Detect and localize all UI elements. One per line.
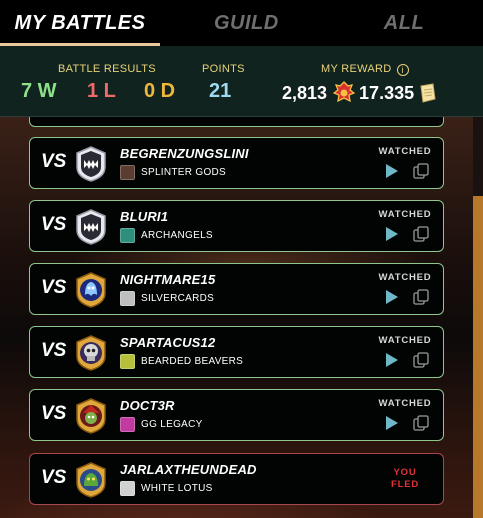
play-icon[interactable] bbox=[385, 352, 399, 368]
my-reward-text: MY REWARD bbox=[321, 63, 392, 75]
my-reward-label: MY REWARD i bbox=[321, 63, 409, 76]
battle-status: WATCHED bbox=[378, 335, 432, 346]
battle-status: WATCHED bbox=[378, 146, 432, 157]
copy-icon[interactable] bbox=[413, 289, 429, 305]
reward-sps-value: 2,813 bbox=[282, 82, 328, 103]
draws-count: 0 D bbox=[144, 80, 176, 102]
points-label: POINTS bbox=[202, 63, 245, 75]
wins-count: 7 W bbox=[21, 80, 57, 102]
losses-count: 1 L bbox=[87, 80, 116, 102]
guild-crest-icon bbox=[120, 354, 135, 369]
red-hat-goblin-icon bbox=[76, 398, 106, 434]
opponent-guild: SILVERCARDS bbox=[120, 291, 214, 306]
fled-status-line2: FLED bbox=[390, 479, 419, 490]
scrollbar-track[interactable] bbox=[473, 117, 483, 518]
points-value: 21 bbox=[209, 80, 232, 102]
red-sps-token-icon bbox=[333, 81, 356, 103]
vs-label: VS bbox=[41, 340, 67, 361]
monster-mouth-icon bbox=[76, 209, 106, 245]
tab-all[interactable]: ALL bbox=[325, 0, 483, 46]
opponent-name[interactable]: JARLAXTHEUNDEAD bbox=[120, 462, 257, 477]
battle-results-label: BATTLE RESULTS bbox=[58, 63, 156, 75]
info-icon[interactable]: i bbox=[396, 64, 409, 76]
vs-label: VS bbox=[41, 214, 67, 235]
copy-icon[interactable] bbox=[413, 226, 429, 242]
opponent-name[interactable]: BEGRENZUNGSLINI bbox=[120, 146, 249, 161]
opponent-guild: BEARDED BEAVERS bbox=[120, 354, 243, 369]
battle-card[interactable]: VS BEGRENZUNGSLINI SPLINTER GODS WATCHED bbox=[29, 137, 444, 189]
opponent-guild: WHITE LOTUS bbox=[120, 481, 213, 496]
scrollbar-thumb[interactable] bbox=[473, 196, 483, 518]
guild-crest-icon bbox=[120, 481, 135, 496]
opponent-name[interactable]: DOCT3R bbox=[120, 398, 175, 413]
battle-card-fled[interactable]: VS JARLAXTHEUNDEAD WHITE LOTUS YOU FLED bbox=[29, 453, 444, 505]
battle-card[interactable]: VS BLURI1 ARCHANGELS WATCHED bbox=[29, 200, 444, 252]
tab-my-battles[interactable]: MY BATTLES bbox=[0, 0, 160, 46]
play-icon[interactable] bbox=[385, 226, 399, 242]
copy-icon[interactable] bbox=[413, 163, 429, 179]
monster-mouth-icon bbox=[76, 146, 106, 182]
play-icon[interactable] bbox=[385, 163, 399, 179]
vs-label: VS bbox=[41, 277, 67, 298]
skull-warrior-icon bbox=[76, 335, 106, 371]
opponent-name[interactable]: NIGHTMARE15 bbox=[120, 272, 215, 287]
battle-status: WATCHED bbox=[378, 209, 432, 220]
guild-name: BEARDED BEAVERS bbox=[141, 356, 244, 367]
vs-label: VS bbox=[41, 403, 67, 424]
opponent-guild: ARCHANGELS bbox=[120, 228, 213, 243]
battle-status: WATCHED bbox=[378, 398, 432, 409]
battle-card[interactable]: VS NIGHTMARE15 SILVERCARDS WATCHED bbox=[29, 263, 444, 315]
copy-icon[interactable] bbox=[413, 352, 429, 368]
guild-crest-icon bbox=[120, 165, 135, 180]
reward-dec-value: 17.335 bbox=[359, 82, 415, 103]
guild-crest-icon bbox=[120, 228, 135, 243]
opponent-guild: GG LEGACY bbox=[120, 417, 203, 432]
play-icon[interactable] bbox=[385, 415, 399, 431]
reward-values: 2,813 17.335 bbox=[282, 81, 438, 105]
opponent-name[interactable]: BLURI1 bbox=[120, 209, 168, 224]
dec-scroll-icon bbox=[420, 83, 436, 103]
fled-status: YOU FLED bbox=[375, 467, 435, 491]
battle-card[interactable]: VS SPARTACUS12 BEARDED BEAVERS WATCHED bbox=[29, 326, 444, 378]
guild-name: SPLINTER GODS bbox=[141, 167, 227, 178]
green-creature-icon bbox=[76, 462, 106, 498]
guild-name: ARCHANGELS bbox=[141, 230, 213, 241]
blue-spirit-icon bbox=[76, 272, 106, 308]
guild-crest-icon bbox=[120, 291, 135, 306]
battle-status: WATCHED bbox=[378, 272, 432, 283]
battle-card-partial[interactable] bbox=[29, 117, 444, 127]
tab-guild[interactable]: GUILD bbox=[160, 0, 325, 46]
battle-list[interactable]: VS BEGRENZUNGSLINI SPLINTER GODS WATCHED… bbox=[0, 117, 483, 518]
copy-icon[interactable] bbox=[413, 415, 429, 431]
guild-name: SILVERCARDS bbox=[141, 293, 215, 304]
battle-card[interactable]: VS DOCT3R GG LEGACY WATCHED bbox=[29, 389, 444, 441]
opponent-guild: SPLINTER GODS bbox=[120, 165, 226, 180]
guild-name: WHITE LOTUS bbox=[141, 483, 213, 494]
vs-label: VS bbox=[41, 151, 67, 172]
guild-crest-icon bbox=[120, 417, 135, 432]
battle-tabs: MY BATTLES GUILD ALL bbox=[0, 0, 483, 46]
opponent-name[interactable]: SPARTACUS12 bbox=[120, 335, 215, 350]
fled-status-line1: YOU bbox=[393, 467, 417, 478]
guild-name: GG LEGACY bbox=[141, 419, 203, 430]
vs-label: VS bbox=[41, 467, 67, 488]
stats-bar: BATTLE RESULTS 7 W 1 L 0 D POINTS 21 MY … bbox=[0, 46, 483, 117]
play-icon[interactable] bbox=[385, 289, 399, 305]
